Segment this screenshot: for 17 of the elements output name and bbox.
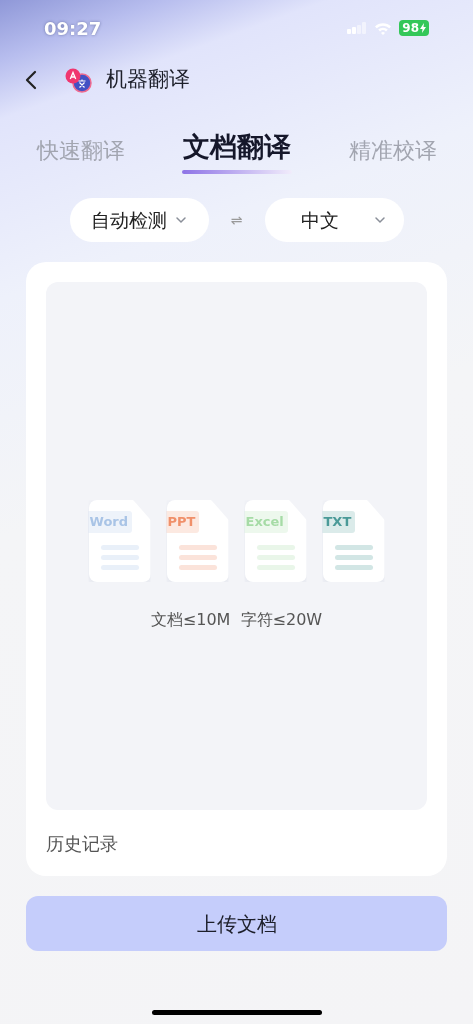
drop-zone[interactable]: Word PPT Excel TXT 文档≤10M 字符≤20W xyxy=(46,282,427,810)
chevron-down-icon xyxy=(175,216,187,224)
translate-icon xyxy=(64,67,92,93)
page-title: 机器翻译 xyxy=(106,66,190,94)
wifi-icon xyxy=(374,21,393,35)
history-link[interactable]: 历史记录 xyxy=(46,830,118,857)
back-icon[interactable] xyxy=(24,69,38,91)
file-limits-text: 文档≤10M 字符≤20W xyxy=(150,609,323,631)
battery-indicator: 98 xyxy=(399,20,429,36)
charging-bolt-icon xyxy=(420,23,426,33)
chevron-down-icon xyxy=(373,216,386,224)
signal-icon xyxy=(347,22,368,34)
upload-button[interactable]: 上传文档 xyxy=(26,896,447,951)
source-language-select[interactable]: 自动检测 xyxy=(69,198,209,242)
tab[interactable]: 文档翻译 xyxy=(181,130,292,178)
status-time: 09:27 xyxy=(44,16,102,41)
target-language-select[interactable]: 中文 xyxy=(264,198,404,242)
